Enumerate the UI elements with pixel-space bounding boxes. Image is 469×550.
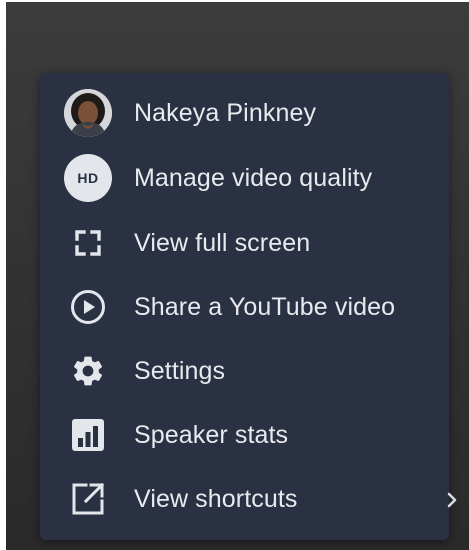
- overflow-menu: Nakeya Pinkney HD Manage video quality V…: [40, 73, 449, 540]
- menu-item-label: Share a YouTube video: [134, 292, 396, 321]
- menu-item-label: View full screen: [134, 228, 311, 257]
- menu-item-label: Settings: [134, 356, 226, 385]
- menu-item-shortcuts[interactable]: View shortcuts: [40, 467, 449, 531]
- gear-icon: [64, 347, 112, 395]
- fullscreen-icon: [64, 219, 112, 267]
- menu-item-settings[interactable]: Settings: [40, 339, 449, 403]
- menu-item-label: Nakeya Pinkney: [134, 98, 317, 127]
- menu-item-label: View shortcuts: [134, 484, 298, 513]
- menu-item-share-youtube[interactable]: Share a YouTube video: [40, 275, 449, 339]
- external-link-icon: [64, 475, 112, 523]
- bar-chart-icon: [64, 411, 112, 459]
- hd-icon: HD: [64, 154, 112, 202]
- hd-badge: HD: [64, 154, 112, 202]
- avatar: [64, 89, 112, 137]
- play-circle-icon: [64, 283, 112, 331]
- menu-item-video-quality[interactable]: HD Manage video quality: [40, 146, 449, 210]
- menu-item-label: Manage video quality: [134, 163, 373, 192]
- menu-item-speaker-stats[interactable]: Speaker stats: [40, 403, 449, 467]
- menu-item-label: Speaker stats: [134, 420, 289, 449]
- chevron-right-icon[interactable]: [444, 485, 460, 515]
- menu-item-profile[interactable]: Nakeya Pinkney: [40, 81, 449, 145]
- menu-item-fullscreen[interactable]: View full screen: [40, 211, 449, 275]
